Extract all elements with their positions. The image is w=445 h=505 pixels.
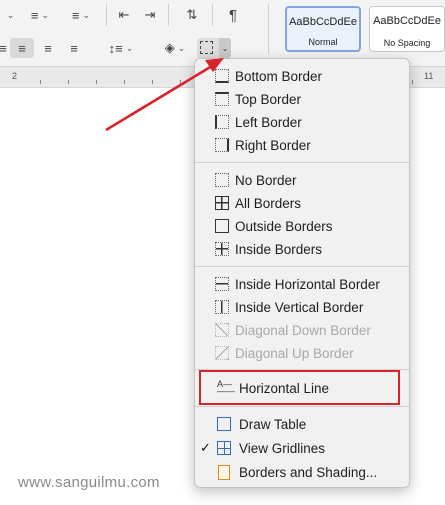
style-normal[interactable]: AaBbCcDdEe Normal bbox=[285, 6, 361, 52]
menu-item-top-border[interactable]: Top Border bbox=[195, 88, 409, 110]
menu-item-label: No Border bbox=[235, 173, 297, 188]
borders-icon bbox=[200, 41, 213, 54]
menu-item-label: View Gridlines bbox=[239, 441, 326, 456]
menu-item-all-borders[interactable]: All Borders bbox=[195, 192, 409, 214]
multilevel-list-button[interactable]: ≡ ⌄ bbox=[62, 6, 100, 24]
diagonal-up-border-icon bbox=[215, 346, 229, 360]
sort-button[interactable]: ⇅ bbox=[180, 6, 204, 24]
decrease-indent-icon: ⇤ bbox=[118, 7, 130, 22]
borders-button[interactable]: ⌄ bbox=[197, 38, 231, 58]
menu-item-borders-and-shading[interactable]: Borders and Shading... bbox=[195, 461, 409, 483]
menu-item-right-border[interactable]: Right Border bbox=[195, 134, 409, 156]
style-name: No Spacing bbox=[383, 38, 431, 48]
align-right-button[interactable]: ≡ bbox=[38, 38, 58, 58]
menu-item-label: Left Border bbox=[235, 115, 302, 130]
justify-button[interactable]: ≡ bbox=[64, 38, 84, 58]
increase-indent-icon: ⇥ bbox=[144, 7, 156, 22]
menu-item-view-gridlines[interactable]: ✓ View Gridlines bbox=[195, 437, 409, 459]
menu-item-inside-horizontal-border[interactable]: Inside Horizontal Border bbox=[195, 273, 409, 295]
menu-item-no-border[interactable]: No Border bbox=[195, 169, 409, 191]
sort-icon: ⇅ bbox=[186, 7, 198, 22]
menu-item-diagonal-up-border: Diagonal Up Border bbox=[195, 342, 409, 364]
draw-table-icon bbox=[217, 417, 231, 431]
all-borders-icon bbox=[215, 196, 229, 210]
inside-borders-icon bbox=[215, 242, 229, 256]
checkmark-icon: ✓ bbox=[200, 440, 211, 455]
align-center-icon: ≡ bbox=[18, 40, 26, 56]
watermark-text: www.sanguilmu.com bbox=[18, 474, 160, 491]
increase-indent-button[interactable]: ⇥ bbox=[140, 6, 160, 24]
menu-item-outside-borders[interactable]: Outside Borders bbox=[195, 215, 409, 237]
menu-item-label: Top Border bbox=[235, 92, 302, 107]
menu-item-label: Inside Horizontal Border bbox=[235, 277, 380, 292]
bullets-chevron-icon[interactable]: ⌄ bbox=[0, 6, 18, 24]
diagonal-down-border-icon bbox=[215, 323, 229, 337]
top-border-icon bbox=[215, 92, 229, 106]
style-no-spacing[interactable]: AaBbCcDdEe No Spacing bbox=[369, 6, 445, 52]
view-gridlines-icon bbox=[217, 441, 231, 455]
inside-horizontal-border-icon bbox=[215, 277, 229, 291]
menu-item-bottom-border[interactable]: Bottom Border bbox=[195, 65, 409, 87]
menu-item-label: Borders and Shading... bbox=[239, 465, 378, 480]
align-right-icon: ≡ bbox=[44, 40, 52, 56]
menu-item-label: Diagonal Down Border bbox=[235, 323, 371, 338]
outside-borders-icon bbox=[215, 219, 229, 233]
line-spacing-button[interactable]: ↕≡ ⌄ bbox=[104, 38, 138, 58]
numbering-button[interactable]: ≡ ⌄ bbox=[22, 6, 58, 24]
ruler-label: 11 bbox=[424, 71, 434, 81]
style-name: Normal bbox=[308, 37, 338, 47]
style-preview: AaBbCcDdEe bbox=[373, 15, 441, 27]
menu-item-label: Draw Table bbox=[239, 417, 307, 432]
menu-item-label: Inside Vertical Border bbox=[235, 300, 364, 315]
style-preview: AaBbCcDdEe bbox=[289, 16, 357, 28]
menu-item-left-border[interactable]: Left Border bbox=[195, 111, 409, 133]
borders-shading-icon bbox=[218, 465, 230, 480]
menu-item-inside-vertical-border[interactable]: Inside Vertical Border bbox=[195, 296, 409, 318]
inside-vertical-border-icon bbox=[215, 300, 229, 314]
menu-item-label: Diagonal Up Border bbox=[235, 346, 354, 361]
menu-item-diagonal-down-border: Diagonal Down Border bbox=[195, 319, 409, 341]
align-left-button[interactable]: ≡ bbox=[0, 38, 7, 58]
ruler-label: 2 bbox=[12, 71, 18, 81]
align-left-icon: ≡ bbox=[0, 40, 7, 56]
right-border-icon bbox=[215, 138, 229, 152]
menu-item-label: Right Border bbox=[235, 138, 311, 153]
menu-item-label: Bottom Border bbox=[235, 69, 323, 84]
justify-icon: ≡ bbox=[70, 40, 78, 56]
menu-item-label: Outside Borders bbox=[235, 219, 333, 234]
menu-item-label: All Borders bbox=[235, 196, 302, 211]
paint-bucket-icon: ◈ bbox=[164, 40, 175, 55]
align-center-button[interactable]: ≡ bbox=[10, 38, 34, 58]
left-border-icon bbox=[215, 115, 229, 129]
ribbon-toolbar: ⌄ ≡ ⌄ ≡ ⌄ ⇤ ⇥ ⇅ ¶ ≡ ≡ ≡ ≡ ↕≡ ⌄ ◈ ⌄ ⌄ AaBbCcD… bbox=[0, 0, 445, 66]
multilevel-list-icon: ≡ bbox=[71, 7, 80, 23]
borders-dropdown-menu: Bottom Border Top Border Left Border Rig… bbox=[194, 58, 410, 488]
decrease-indent-button[interactable]: ⇤ bbox=[114, 6, 134, 24]
show-formatting-button[interactable]: ¶ bbox=[224, 6, 242, 24]
shading-button[interactable]: ◈ ⌄ bbox=[158, 38, 192, 58]
highlight-box bbox=[199, 370, 400, 405]
borders-dropdown-chevron-icon[interactable]: ⌄ bbox=[219, 38, 231, 58]
line-spacing-icon: ↕≡ bbox=[108, 40, 123, 56]
menu-item-draw-table[interactable]: Draw Table bbox=[195, 413, 409, 435]
no-border-icon bbox=[215, 173, 229, 187]
pilcrow-icon: ¶ bbox=[228, 6, 238, 24]
menu-item-inside-borders[interactable]: Inside Borders bbox=[195, 238, 409, 260]
bottom-border-icon bbox=[215, 69, 229, 83]
numbered-list-icon: ≡ bbox=[30, 7, 39, 23]
menu-item-label: Inside Borders bbox=[235, 242, 323, 257]
